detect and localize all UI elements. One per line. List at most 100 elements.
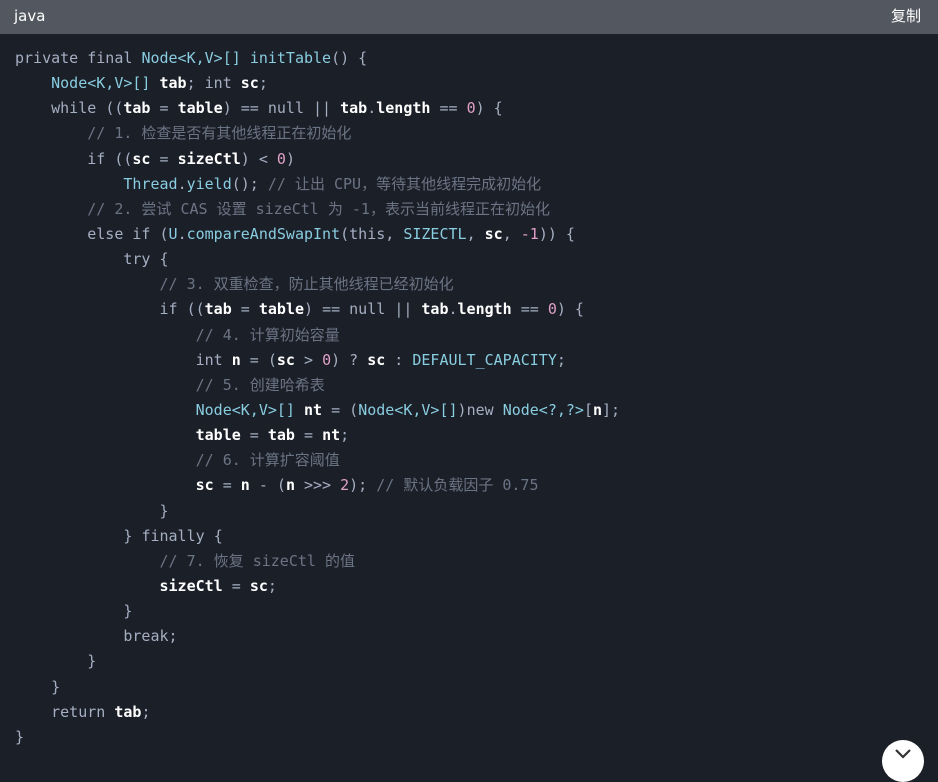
code-token: // 2. 尝试 CAS 设置 sizeCtl 为 -1，表示当前线程正在初始化 bbox=[87, 199, 550, 218]
code-line: int n = (sc > 0) ? sc : DEFAULT_CAPACITY… bbox=[15, 348, 620, 373]
code-token: . bbox=[177, 224, 187, 243]
code-token: 0 bbox=[466, 99, 476, 118]
code-line: } bbox=[15, 649, 620, 674]
code-token: null bbox=[267, 99, 314, 118]
code-token: 0 bbox=[322, 350, 332, 369]
code-token: == bbox=[430, 99, 467, 118]
code-token: while bbox=[51, 99, 106, 118]
code-token: = bbox=[222, 576, 250, 595]
code-token: // 让出 CPU，等待其他线程完成初始化 bbox=[267, 174, 542, 193]
code-line: private final Node<K,V>[] initTable() { bbox=[15, 46, 620, 71]
code-line: } bbox=[15, 599, 620, 624]
code-token: int bbox=[204, 74, 241, 93]
code-token: = bbox=[240, 350, 268, 369]
code-line: Thread.yield(); // 让出 CPU，等待其他线程完成初始化 bbox=[15, 172, 620, 197]
code-token: ; bbox=[340, 426, 350, 445]
code-token: . bbox=[448, 300, 458, 319]
code-token: } bbox=[15, 501, 169, 520]
code-token: == bbox=[322, 300, 350, 319]
code-token: sc bbox=[367, 350, 386, 369]
code-line: try { bbox=[15, 247, 620, 272]
code-token: sc bbox=[195, 476, 214, 495]
code-token: (( bbox=[186, 300, 205, 319]
code-token: nt bbox=[322, 426, 341, 445]
code-token: table bbox=[195, 426, 241, 445]
code-token: Node<K,V>[] bbox=[51, 74, 160, 93]
code-token: = bbox=[322, 400, 350, 419]
code-token: table bbox=[258, 300, 304, 319]
code-token: [ bbox=[583, 400, 593, 419]
code-token: 0 bbox=[276, 149, 286, 168]
code-token: >>> bbox=[294, 476, 341, 495]
code-token: , bbox=[466, 224, 485, 243]
code-token: , bbox=[385, 224, 404, 243]
code-token: - bbox=[249, 476, 277, 495]
code-token: tab bbox=[340, 99, 368, 118]
code-line: if ((sc = sizeCtl) < 0) bbox=[15, 147, 620, 172]
code-token: tab bbox=[123, 99, 151, 118]
code-token: ( bbox=[159, 224, 169, 243]
code-token: : bbox=[385, 350, 413, 369]
code-token: sizeCtl bbox=[159, 576, 223, 595]
code-line: // 7. 恢复 sizeCtl 的值 bbox=[15, 549, 620, 574]
code-token: // 5. 创建哈希表 bbox=[195, 375, 325, 394]
code-token: tab bbox=[267, 426, 295, 445]
code-token: DEFAULT_CAPACITY bbox=[412, 350, 557, 369]
scroll-down-button[interactable] bbox=[882, 740, 924, 782]
code-token: // 4. 计算初始容量 bbox=[195, 325, 340, 344]
code-token: Node<?,?> bbox=[502, 400, 584, 419]
code-token: this bbox=[349, 224, 386, 243]
code-token: sc bbox=[240, 74, 259, 93]
code-line: if ((tab = table) == null || tab.length … bbox=[15, 297, 620, 322]
copy-button[interactable]: 复制 bbox=[891, 0, 921, 34]
code-token: length bbox=[457, 300, 512, 319]
code-token: ; bbox=[556, 350, 566, 369]
code-token: ) { bbox=[475, 99, 503, 118]
code-token: = bbox=[231, 300, 259, 319]
code-token: ; bbox=[186, 74, 205, 93]
code-token: } bbox=[15, 677, 61, 696]
code-token: return bbox=[51, 702, 115, 721]
code-token: )) { bbox=[538, 224, 575, 243]
code-token: > bbox=[294, 350, 323, 369]
code-token: tab bbox=[159, 74, 187, 93]
code-token: = bbox=[150, 99, 178, 118]
code-token: if bbox=[159, 300, 187, 319]
code-token: compareAndSwapInt bbox=[186, 224, 341, 243]
code-token: tab bbox=[421, 300, 449, 319]
code-line: // 3. 双重检查，防止其他线程已经初始化 bbox=[15, 272, 620, 297]
code-token: // 3. 双重检查，防止其他线程已经初始化 bbox=[159, 275, 454, 294]
code-token: length bbox=[376, 99, 431, 118]
code-token: SIZECTL bbox=[403, 224, 467, 243]
code-token: n bbox=[285, 476, 295, 495]
code-token: Node<K,V>[] bbox=[195, 400, 304, 419]
code-token: sc bbox=[249, 576, 268, 595]
code-token: ]; bbox=[602, 400, 621, 419]
code-line: while ((tab = table) == null || tab.leng… bbox=[15, 96, 620, 121]
code-token: null bbox=[349, 300, 395, 319]
code-token: . bbox=[177, 174, 187, 193]
code-line: Node<K,V>[] nt = (Node<K,V>[])new Node<?… bbox=[15, 398, 620, 423]
code-token: ( bbox=[349, 400, 359, 419]
code-token: U bbox=[168, 224, 178, 243]
code-line: return tab; bbox=[15, 700, 620, 725]
code-token: } bbox=[15, 727, 25, 746]
code-token: tab bbox=[114, 702, 142, 721]
code-token: // 7. 恢复 sizeCtl 的值 bbox=[159, 551, 355, 570]
code-token: table bbox=[177, 99, 223, 118]
